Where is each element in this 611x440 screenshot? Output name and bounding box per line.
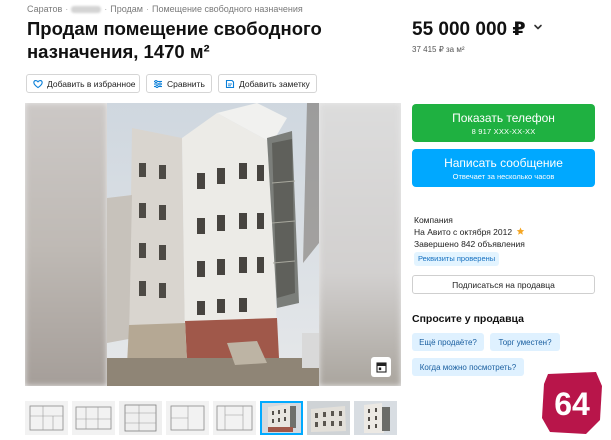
verified-badge: Реквизиты проверены bbox=[414, 252, 500, 266]
breadcrumb: Саратов · · Продам · Помещение свободного наз… bbox=[27, 4, 303, 14]
logo-text: 64 bbox=[554, 386, 590, 422]
thumbnail-strip bbox=[25, 401, 401, 435]
building-thumb bbox=[354, 401, 397, 435]
thumbnail-floorplan-1[interactable] bbox=[25, 401, 68, 435]
subscribe-seller-button[interactable]: Подписаться на продавца bbox=[412, 275, 595, 294]
price: 55 000 000 ₽ bbox=[412, 19, 526, 40]
gallery-blur-right bbox=[319, 103, 401, 386]
floorplan-thumb bbox=[119, 401, 162, 435]
seller-type[interactable]: Компания bbox=[414, 214, 525, 226]
seller-since: На Авито с октября 2012 bbox=[414, 227, 513, 237]
seller-completed: Завершено 842 объявления bbox=[414, 239, 525, 249]
quick-question-chip[interactable]: Ещё продаёте? bbox=[412, 333, 484, 351]
quick-question-chip[interactable]: Когда можно посмотреть? bbox=[412, 358, 524, 376]
thumbnail-floorplan-5[interactable] bbox=[213, 401, 256, 435]
photo-gallery[interactable] bbox=[25, 103, 401, 386]
breadcrumb-category[interactable]: Продам bbox=[110, 4, 143, 14]
seller-info: Компания На Авито с октября 2012 Заверше… bbox=[414, 214, 525, 266]
reply-time: Отвечает за несколько часов bbox=[452, 172, 555, 181]
main-photo[interactable] bbox=[107, 103, 319, 386]
note-icon bbox=[225, 79, 235, 88]
quick-question-chip[interactable]: Торг уместен? bbox=[490, 333, 560, 351]
medal-icon bbox=[517, 227, 525, 235]
heart-icon bbox=[33, 79, 43, 88]
building-thumb bbox=[260, 401, 303, 435]
thumbnail-floorplan-4[interactable] bbox=[166, 401, 209, 435]
page-title: Продам помещение свободного назначения, … bbox=[27, 18, 322, 62]
ask-seller-title: Спросите у продавца bbox=[412, 313, 524, 325]
compare-button[interactable]: Сравнить bbox=[146, 74, 212, 93]
floorplan-thumb bbox=[166, 401, 209, 435]
phone-masked: 8 917 XXX-XX-XX bbox=[471, 127, 536, 136]
thumbnail-floorplan-2[interactable] bbox=[72, 401, 115, 435]
thumbnail-photo-3[interactable] bbox=[354, 401, 397, 435]
breadcrumb-blurred-item[interactable] bbox=[71, 6, 102, 14]
write-message-button[interactable]: Написать сообщение Отвечает за несколько… bbox=[412, 149, 595, 187]
add-to-favorites-button[interactable]: Добавить в избранное bbox=[26, 74, 140, 93]
add-note-button[interactable]: Добавить заметку bbox=[218, 74, 317, 93]
floorplan-thumb bbox=[25, 401, 68, 435]
building-thumb bbox=[307, 401, 350, 435]
thumbnail-photo-2[interactable] bbox=[307, 401, 350, 435]
building-photo bbox=[107, 103, 319, 386]
expand-icon bbox=[375, 361, 387, 373]
compare-icon bbox=[154, 79, 162, 88]
floorplan-thumb bbox=[213, 401, 256, 435]
expand-gallery-button[interactable] bbox=[371, 357, 391, 377]
chevron-down-icon[interactable] bbox=[533, 22, 543, 32]
thumbnail-photo-1[interactable] bbox=[260, 401, 303, 435]
gallery-blur-left bbox=[25, 103, 107, 386]
site-logo-64: 64 bbox=[542, 372, 602, 434]
breadcrumb-city[interactable]: Саратов bbox=[27, 4, 62, 14]
price-per-meter: 37 415 ₽ за м² bbox=[412, 45, 465, 54]
floorplan-thumb bbox=[72, 401, 115, 435]
thumbnail-floorplan-3[interactable] bbox=[119, 401, 162, 435]
show-phone-button[interactable]: Показать телефон 8 917 XXX-XX-XX bbox=[412, 104, 595, 142]
breadcrumb-subcategory[interactable]: Помещение свободного назначения bbox=[152, 4, 303, 14]
